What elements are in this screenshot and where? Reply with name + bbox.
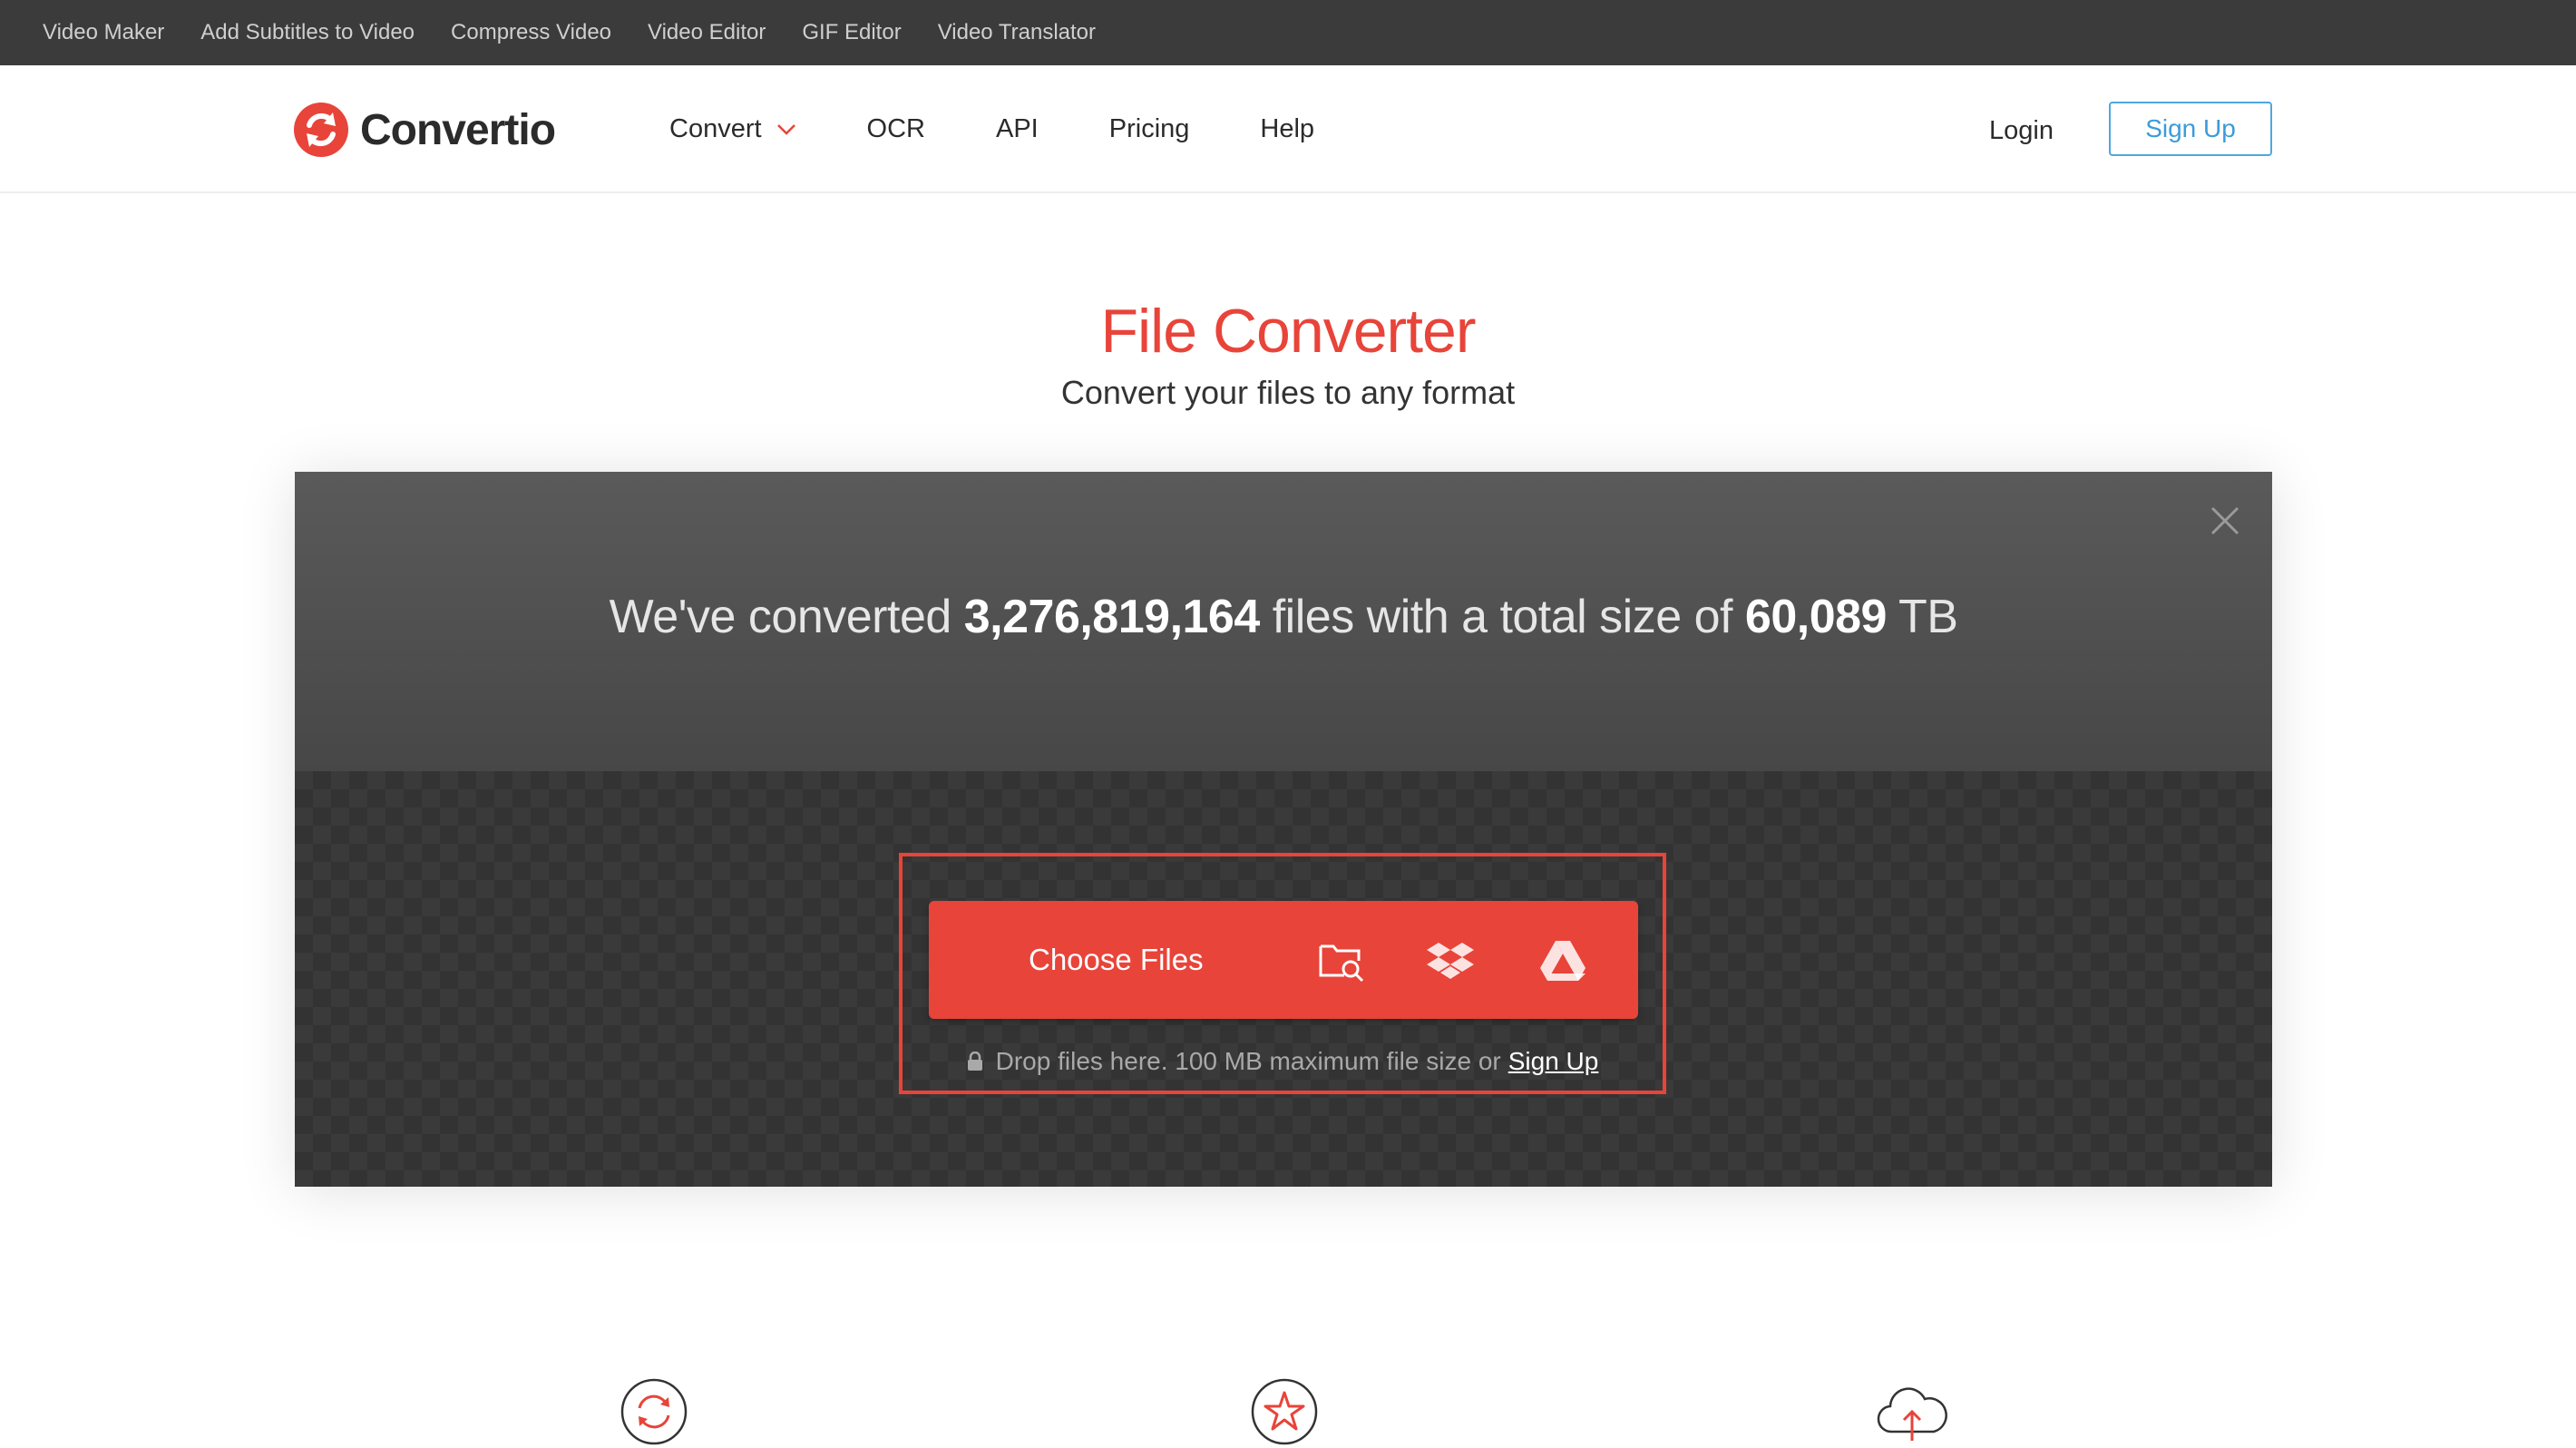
star-icon — [1251, 1378, 1318, 1445]
topbar-link-video-translator[interactable]: Video Translator — [938, 20, 1096, 45]
topbar-link-compress-video[interactable]: Compress Video — [451, 20, 611, 45]
nav-item-pricing[interactable]: Pricing — [1109, 114, 1190, 144]
drop-note-sign-up-link[interactable]: Sign Up — [1508, 1047, 1599, 1076]
cloud-upload-icon — [1877, 1387, 1947, 1441]
choose-files-label: Choose Files — [1029, 943, 1204, 976]
topbar-link-video-maker[interactable]: Video Maker — [43, 20, 164, 45]
top-links-bar: Video Maker Add Subtitles to Video Compr… — [0, 0, 2576, 65]
main-nav: Convertio Convert OCR API Pricing Help L… — [0, 65, 2576, 193]
stats-total-size: 60,089 — [1744, 591, 1888, 643]
dropbox-icon[interactable] — [1426, 935, 1475, 984]
topbar-link-add-subtitles[interactable]: Add Subtitles to Video — [200, 20, 415, 45]
stats-file-count: 3,276,819,164 — [963, 591, 1261, 643]
nav-item-help[interactable]: Help — [1260, 114, 1314, 144]
lock-icon — [967, 1052, 982, 1071]
upload-highlight-box: Choose Files Drop files here. 100 MB max… — [899, 853, 1666, 1094]
stats-middle: files with a total size of — [1272, 591, 1733, 643]
logo[interactable]: Convertio — [293, 101, 556, 159]
nav-item-ocr[interactable]: OCR — [867, 114, 925, 144]
stats-prefix: We've converted — [609, 591, 952, 643]
nav-item-api[interactable]: API — [996, 114, 1039, 144]
close-icon[interactable] — [2209, 504, 2241, 537]
drop-files-note: Drop files here. 100 MB maximum file siz… — [903, 1047, 1663, 1076]
login-link[interactable]: Login — [1989, 113, 2054, 149]
folder-search-icon[interactable] — [1317, 935, 1366, 984]
convertio-logo-icon — [294, 103, 348, 157]
page-title: File Converter — [1100, 297, 1476, 366]
conversion-stats: We've converted 3,276,819,164 files with… — [295, 590, 2272, 644]
converter-panel: We've converted 3,276,819,164 files with… — [295, 472, 2272, 1187]
google-drive-icon[interactable] — [1538, 935, 1587, 984]
topbar-link-video-editor[interactable]: Video Editor — [648, 20, 766, 45]
stats-unit: TB — [1898, 591, 1958, 643]
drop-note-text: Drop files here. 100 MB maximum file siz… — [995, 1047, 1501, 1075]
nav-item-convert[interactable]: Convert — [669, 114, 796, 144]
topbar-link-gif-editor[interactable]: GIF Editor — [802, 20, 901, 45]
nav-item-label: Convert — [669, 114, 762, 143]
chevron-down-icon — [776, 123, 795, 135]
choose-files-button[interactable]: Choose Files — [929, 901, 1638, 1019]
nav-menu: Convert OCR API Pricing Help — [669, 65, 1385, 193]
page-subtitle: Convert your files to any format — [1060, 374, 1516, 411]
drop-zone[interactable]: Choose Files Drop files here. 100 MB max… — [295, 771, 2272, 1187]
logo-text: Convertio — [360, 105, 556, 154]
sign-up-button[interactable]: Sign Up — [2109, 102, 2272, 156]
stats-banner: We've converted 3,276,819,164 files with… — [295, 472, 2272, 771]
refresh-icon — [620, 1378, 688, 1445]
